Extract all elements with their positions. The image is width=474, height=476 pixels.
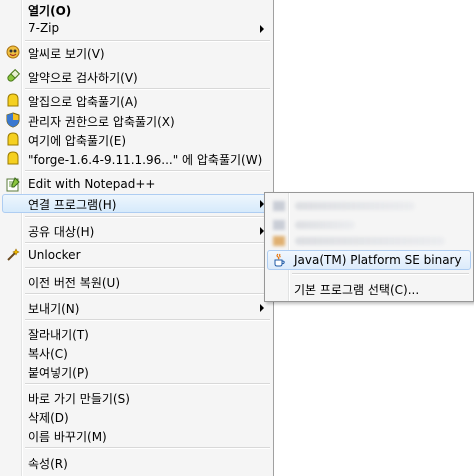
- menu-item-label: 삭제(D): [28, 411, 69, 425]
- menu-item-alzip-extract[interactable]: 알집으로 압축풀기(A): [2, 91, 270, 110]
- menu-item-copy[interactable]: 복사(C): [2, 343, 270, 362]
- menu-item-label: "forge-1.6.4-9.11.1.96..." 에 압축풀기(W): [28, 153, 263, 167]
- menu-item-edit-notepad[interactable]: Edit with Notepad++: [2, 175, 270, 194]
- menu-item-label: 알약으로 검사하기(V): [28, 71, 138, 85]
- menu-item-label: 이전 버전 복원(U): [28, 276, 121, 290]
- menu-item-label: 붙여넣기(P): [28, 366, 89, 380]
- redacted-label: [295, 221, 355, 229]
- alsee-viewer-icon: [5, 44, 21, 60]
- submenu-item-label: Java(TM) Platform SE binary: [294, 253, 462, 267]
- alyac-pill-icon: [5, 68, 21, 84]
- menu-separator: [25, 383, 270, 384]
- menu-separator: [25, 267, 270, 268]
- menu-item-label: 이름 바꾸기(M): [28, 430, 107, 444]
- redacted-label: [295, 237, 445, 245]
- submenu-item-choose-default[interactable]: 기본 프로그램 선택(C)...: [267, 278, 471, 298]
- submenu-item-java[interactable]: Java(TM) Platform SE binary: [267, 250, 471, 270]
- notepad-plus-plus-icon: [5, 176, 21, 192]
- menu-item-extract-here[interactable]: 여기에 압축풀기(E): [2, 130, 270, 149]
- menu-separator: [25, 216, 270, 217]
- alzip-icon: [5, 150, 21, 166]
- menu-item-restore-previous[interactable]: 이전 버전 복원(U): [2, 272, 270, 291]
- menu-item-extract-to-folder[interactable]: "forge-1.6.4-9.11.1.96..." 에 압축풀기(W): [2, 149, 270, 168]
- redacted-label: [295, 202, 415, 210]
- menu-separator: [25, 293, 270, 294]
- menu-item-delete[interactable]: 삭제(D): [2, 407, 270, 426]
- menu-separator: [25, 170, 270, 171]
- menu-item-open-with[interactable]: 연결 프로그램(H): [2, 194, 270, 213]
- redacted-app-icon: [273, 236, 285, 246]
- alzip-icon: [5, 131, 21, 147]
- menu-item-label: 관리자 권한으로 압축풀기(X): [28, 115, 175, 129]
- menu-item-label: Edit with Notepad++: [28, 177, 156, 191]
- submenu-arrow-icon: [260, 25, 264, 33]
- menu-separator: [25, 319, 270, 320]
- menu-separator: [25, 242, 270, 243]
- menu-item-send-to[interactable]: 보내기(N): [2, 298, 270, 317]
- java-cup-icon: [271, 252, 287, 268]
- menu-item-label: 여기에 압축풀기(E): [28, 134, 127, 148]
- menu-item-label: 7-Zip: [28, 21, 60, 35]
- menu-item-admin-extract[interactable]: 관리자 권한으로 압축풀기(X): [2, 111, 270, 130]
- menu-item-label: 복사(C): [28, 347, 68, 361]
- submenu-item-redacted[interactable]: [267, 231, 471, 251]
- menu-item-label: 속성(R): [28, 457, 68, 471]
- menu-separator: [25, 88, 270, 89]
- menu-item-label: Unlocker: [28, 248, 81, 262]
- menu-item-paste[interactable]: 붙여넣기(P): [2, 362, 270, 381]
- menu-item-unlocker[interactable]: Unlocker: [2, 246, 270, 265]
- menu-item-alyac-scan[interactable]: 알약으로 검사하기(V): [2, 67, 270, 86]
- menu-item-label: 잘라내기(T): [28, 328, 89, 342]
- admin-shield-icon: [5, 112, 21, 128]
- menu-separator: [25, 447, 270, 448]
- menu-item-alzip-view[interactable]: 알씨로 보기(V): [2, 43, 270, 62]
- unlocker-wand-icon: [5, 247, 21, 263]
- menu-item-cut[interactable]: 잘라내기(T): [2, 324, 270, 343]
- menu-item-label: 공유 대상(H): [28, 225, 95, 239]
- submenu-arrow-icon: [260, 304, 264, 312]
- menu-separator: [25, 40, 270, 41]
- menu-item-label: 연결 프로그램(H): [28, 198, 117, 212]
- menu-item-open[interactable]: 열기(O): [2, 0, 270, 19]
- menu-item-label: 열기(O): [28, 4, 72, 18]
- context-menu: 열기(O) 7-Zip 알씨로 보기(V) 알약으로 검사하기(V) 알집으로 …: [0, 0, 274, 476]
- submenu-item-redacted[interactable]: [267, 196, 471, 216]
- menu-item-label: 알집으로 압축풀기(A): [28, 95, 138, 109]
- menu-item-label: 보내기(N): [28, 302, 80, 316]
- redacted-app-icon: [273, 201, 285, 211]
- open-with-submenu: Java(TM) Platform SE binary 기본 프로그램 선택(C…: [264, 192, 474, 302]
- menu-item-label: 바로 가기 만들기(S): [28, 392, 130, 406]
- menu-separator: [292, 273, 469, 274]
- submenu-item-label: 기본 프로그램 선택(C)...: [294, 283, 420, 297]
- menu-item-label: 알씨로 보기(V): [28, 47, 105, 61]
- menu-item-properties[interactable]: 속성(R): [2, 453, 270, 472]
- menu-item-rename[interactable]: 이름 바꾸기(M): [2, 426, 270, 445]
- menu-item-create-shortcut[interactable]: 바로 가기 만들기(S): [2, 388, 270, 407]
- redacted-app-icon: [273, 220, 285, 230]
- menu-item-7zip[interactable]: 7-Zip: [2, 19, 270, 38]
- alzip-icon: [5, 92, 21, 108]
- menu-item-share-with[interactable]: 공유 대상(H): [2, 221, 270, 240]
